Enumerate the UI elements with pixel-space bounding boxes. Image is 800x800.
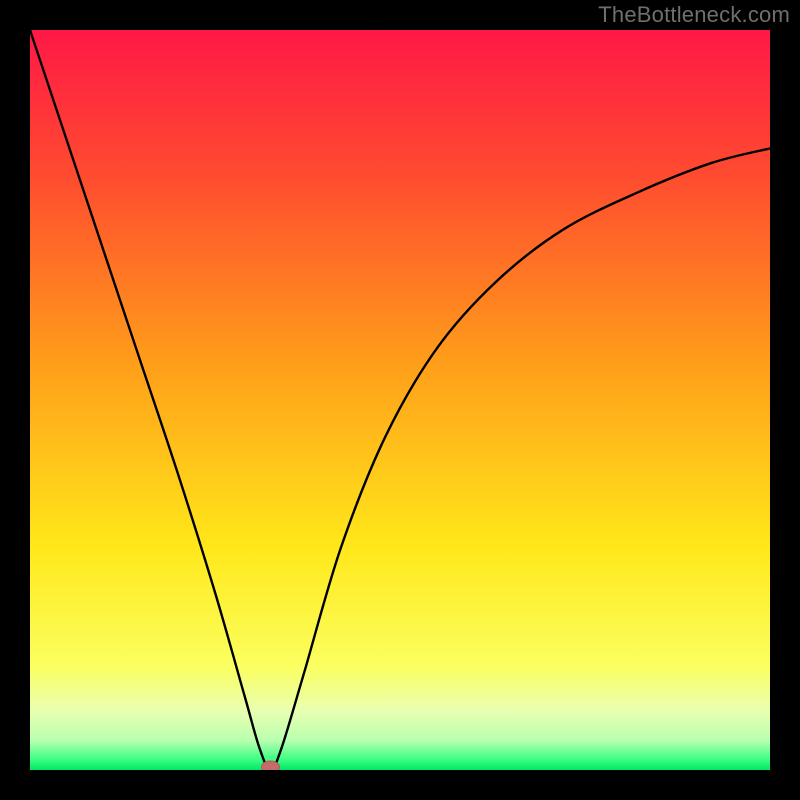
chart-outer-frame: TheBottleneck.com [0, 0, 800, 800]
bottleneck-chart [30, 30, 770, 770]
watermark-label: TheBottleneck.com [598, 2, 790, 28]
plot-area [30, 30, 770, 770]
minimum-marker [262, 761, 280, 770]
gradient-background [30, 30, 770, 770]
